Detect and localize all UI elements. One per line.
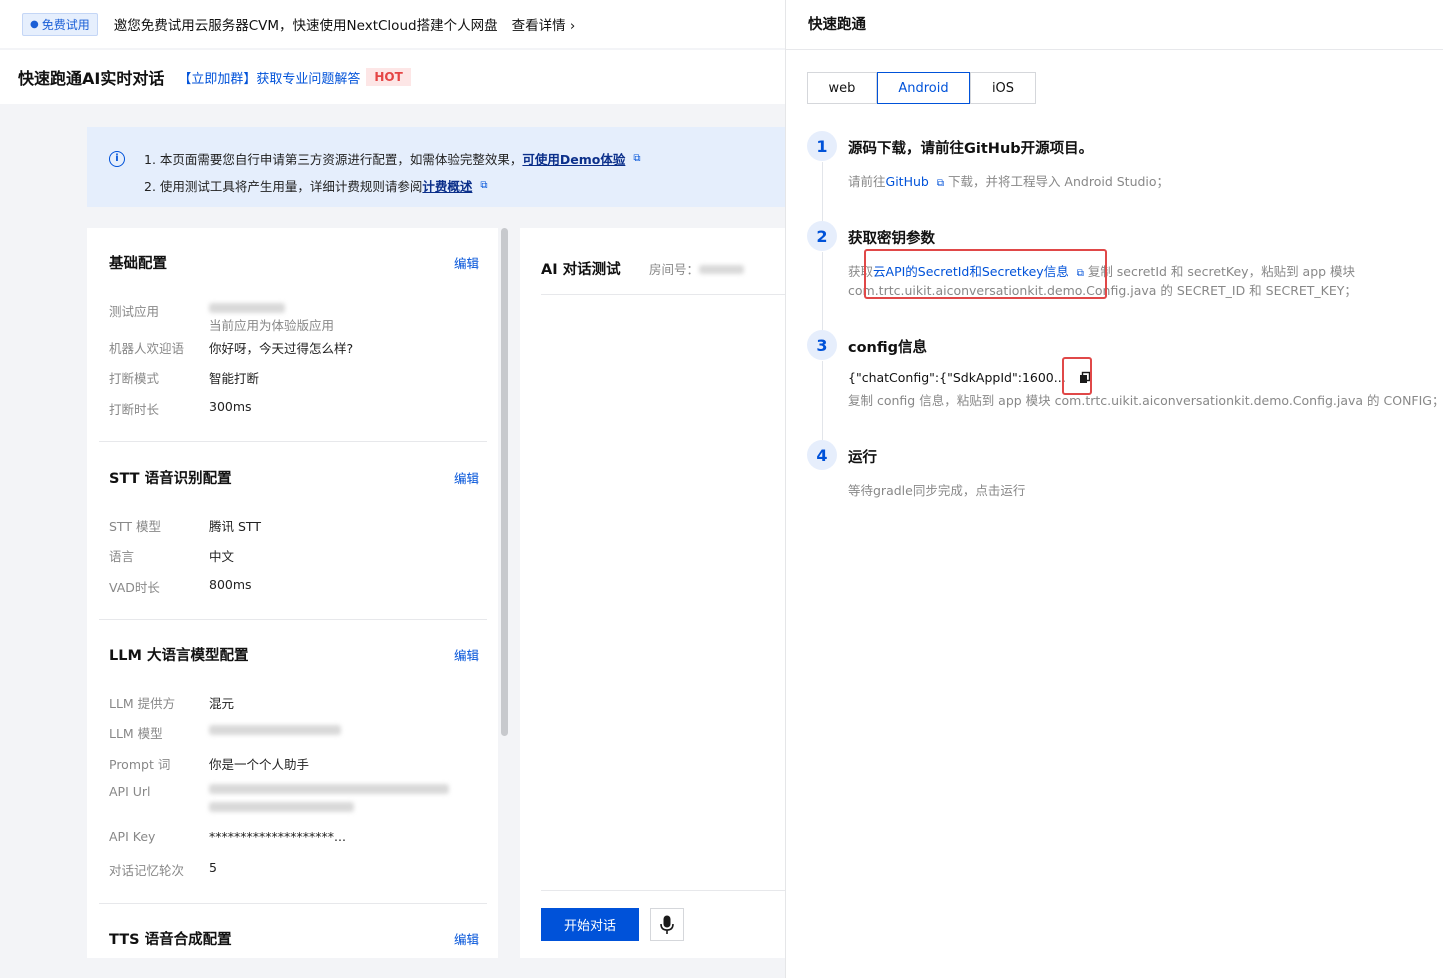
basic-config-section: 基础配置 编辑 (99, 252, 487, 273)
config-row-llm-provider: LLM 提供方 混元 (109, 696, 235, 711)
config-row-llm-model: LLM 模型 (109, 723, 341, 742)
config-scrollbar[interactable] (500, 228, 509, 958)
demo-link[interactable]: 可使用Demo体验 (522, 149, 625, 168)
step-4-title: 运行 (848, 450, 877, 466)
info-icon: i (109, 150, 125, 167)
step-1-desc: 请前往GitHub ⧉ 下载，并将工程导入 Android Studio； (848, 174, 1170, 189)
divider (541, 294, 785, 295)
chevron-right-icon: › (569, 18, 576, 34)
divider (541, 890, 785, 891)
section-title: TTS 语音合成配置 (109, 932, 232, 948)
step-3-title: config信息 (848, 340, 928, 356)
promo-banner: ● 免费试用 邀您免费试用云服务器CVM，快速使用NextCloud搭建个人网盘… (0, 0, 785, 48)
step-connector (822, 162, 823, 222)
step-2-number: 2 (807, 221, 837, 251)
chat-title: AI 对话测试 (541, 262, 621, 278)
quick-start-drawer: 快速跑通 web Android iOS 1 源码下载，请前往GitHub开源项… (785, 0, 1443, 978)
divider (786, 49, 1443, 50)
config-row-prompt: Prompt 词 你是一个个人助手 (109, 757, 310, 772)
tab-web[interactable]: web (807, 72, 877, 104)
step-3-desc: 复制 config 信息，粘贴到 app 模块 com.trtc.uikit.a… (848, 393, 1443, 408)
join-group-link[interactable]: 【立即加群】获取专业问题解答 (178, 68, 360, 87)
external-link-icon: ⧉ (480, 180, 488, 191)
scrollbar-thumb[interactable] (501, 228, 508, 736)
drawer-title: 快速跑通 (808, 17, 866, 33)
microphone-icon (660, 915, 674, 934)
config-value-line: {"chatConfig":{"SdkAppId":1600... (848, 370, 1092, 385)
room-number: 房间号： (649, 259, 745, 278)
external-link-icon: ⧉ (936, 178, 944, 189)
llm-config-section: LLM 大语言模型配置 编辑 (99, 644, 487, 665)
step-1-title: 源码下载，请前往GitHub开源项目。 (848, 141, 1094, 157)
stt-config-section: STT 语音识别配置 编辑 (99, 467, 487, 488)
divider (99, 903, 487, 904)
config-row-interrupt: 打断模式 智能打断 (109, 371, 260, 386)
tts-config-section: TTS 语音合成配置 编辑 (99, 928, 487, 949)
start-chat-button[interactable]: 开始对话 (541, 908, 639, 941)
notice-line-2: 2. 使用测试工具将产生用量，详细计费规则请参阅 计费概述 ⧉ (109, 172, 785, 199)
highlight-box (864, 249, 1107, 299)
tab-ios[interactable]: iOS (970, 72, 1036, 104)
external-link-icon: ⧉ (633, 153, 641, 164)
chat-test-panel: AI 对话测试 房间号： 开始对话 (520, 228, 785, 958)
config-row-api-url: API Url (109, 784, 449, 812)
notice-line-1: i 1. 本页面需要您自行申请第三方资源进行配置，如需体验完整效果， 可使用De… (109, 145, 785, 172)
section-title: LLM 大语言模型配置 (109, 648, 249, 664)
step-3-number: 3 (807, 330, 837, 360)
section-title: 基础配置 (109, 256, 167, 272)
config-value: {"chatConfig":{"SdkAppId":1600... (848, 370, 1066, 385)
config-row-memory: 对话记忆轮次 5 (109, 860, 217, 878)
config-row-duration: 打断时长 300ms (109, 399, 252, 417)
step-2-title: 获取密钥参数 (848, 231, 935, 247)
config-panel: 基础配置 编辑 测试应用 当前应用为体验版应用 机器人欢迎语 你好呀，今天过得怎… (87, 228, 498, 958)
step-1-number: 1 (807, 131, 837, 161)
app-sub-text: 当前应用为体验版应用 (209, 318, 335, 333)
page-header: 快速跑通AI实时对话 【立即加群】获取专业问题解答 HOT (0, 50, 785, 104)
llm-model-value (209, 723, 341, 742)
hot-badge: HOT (366, 68, 411, 86)
step-connector (822, 252, 823, 331)
step-connector (822, 361, 823, 440)
free-trial-badge: ● 免费试用 (22, 12, 98, 36)
divider (99, 619, 487, 620)
api-url-value (209, 784, 449, 812)
config-row-api-key: API Key ********************... (109, 829, 346, 844)
page-title: 快速跑通AI实时对话 (18, 69, 165, 88)
tab-android[interactable]: Android (877, 72, 970, 104)
promo-details-link[interactable]: 查看详情 › (512, 14, 576, 34)
edit-basic-button[interactable]: 编辑 (454, 253, 487, 272)
github-link[interactable]: GitHub (886, 174, 929, 189)
edit-tts-button[interactable]: 编辑 (454, 929, 487, 948)
edit-llm-button[interactable]: 编辑 (454, 645, 487, 664)
info-notice: i 1. 本页面需要您自行申请第三方资源进行配置，如需体验完整效果， 可使用De… (87, 127, 785, 207)
config-row-stt-model: STT 模型 腾讯 STT (109, 519, 261, 534)
platform-tabs: web Android iOS (807, 72, 1036, 104)
step-4-number: 4 (807, 440, 837, 470)
step-4-desc: 等待gradle同步完成，点击运行 (848, 483, 1026, 498)
divider (99, 441, 487, 442)
billing-link[interactable]: 计费概述 (422, 176, 472, 195)
config-row-language: 语言 中文 (109, 549, 235, 564)
config-row-vad: VAD时长 800ms (109, 577, 252, 595)
section-title: STT 语音识别配置 (109, 471, 232, 487)
config-row-welcome: 机器人欢迎语 你好呀，今天过得怎么样? (109, 341, 354, 356)
drop-icon: ● (30, 18, 39, 30)
promo-text: 邀您免费试用云服务器CVM，快速使用NextCloud搭建个人网盘 (113, 18, 498, 34)
microphone-button[interactable] (650, 908, 684, 941)
edit-stt-button[interactable]: 编辑 (454, 468, 487, 487)
